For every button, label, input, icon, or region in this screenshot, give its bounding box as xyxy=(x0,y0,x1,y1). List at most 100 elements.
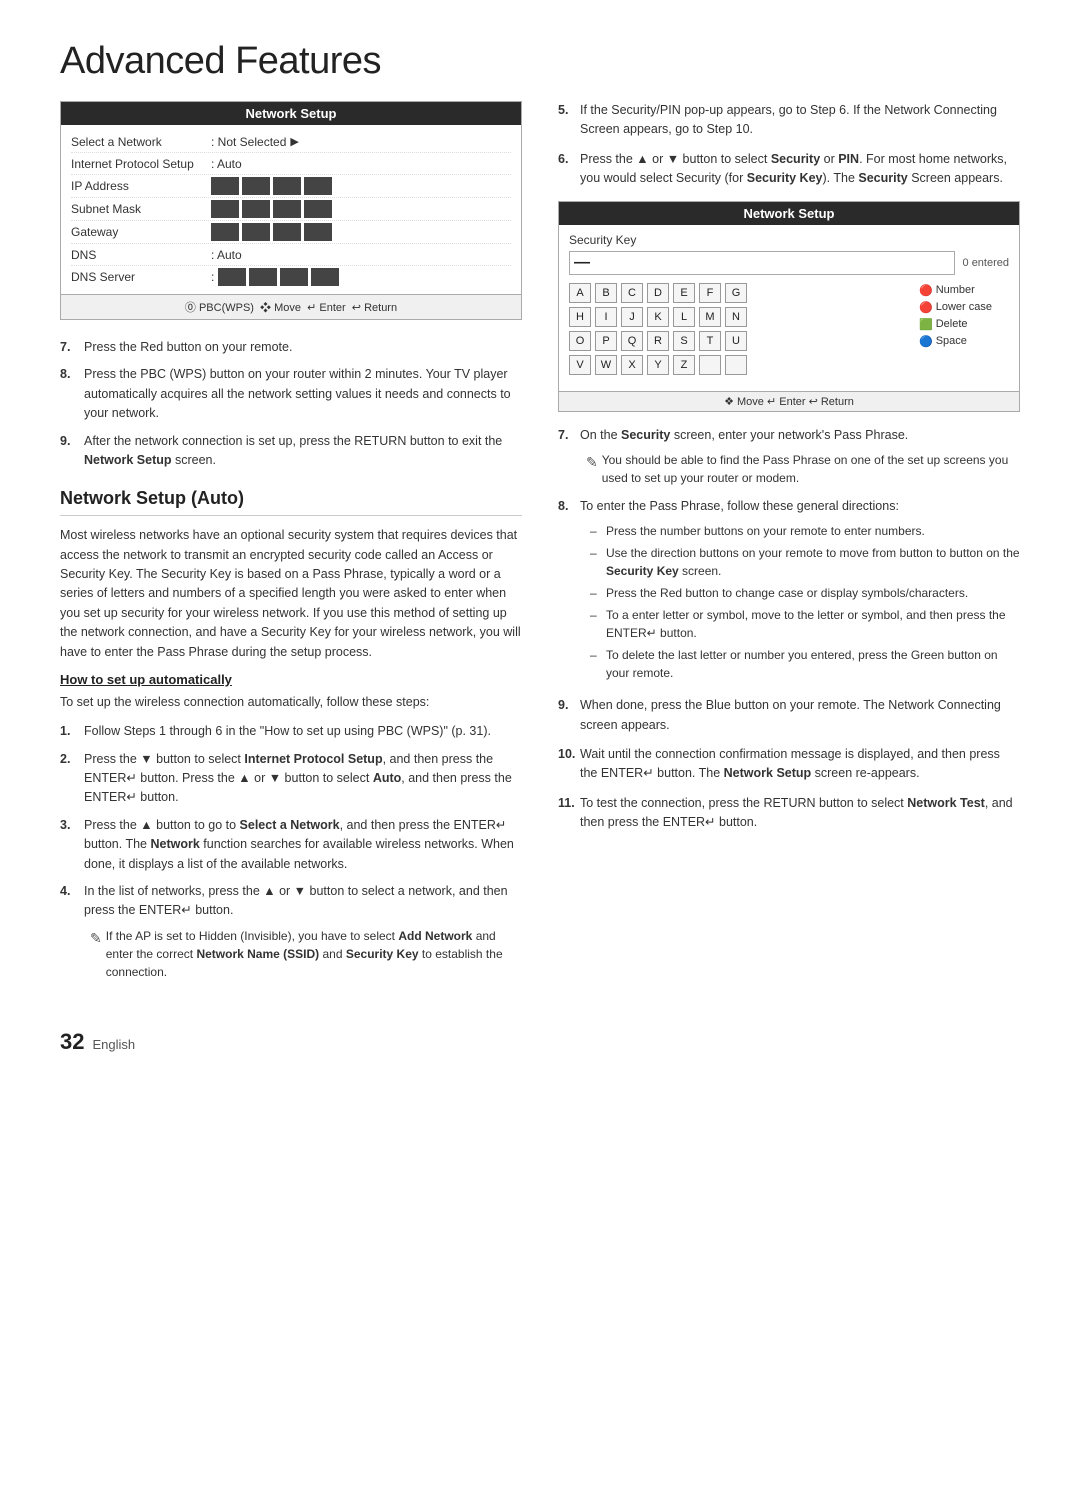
security-key-box: Network Setup Security Key — 0 entered A… xyxy=(558,201,1020,412)
right-steps-7-11: 7. On the Security screen, enter your ne… xyxy=(558,426,1020,833)
page-number: 32 xyxy=(60,1029,84,1055)
right-step-11-text: To test the connection, press the RETURN… xyxy=(580,794,1020,833)
right-steps-list: 5. If the Security/PIN pop-up appears, g… xyxy=(558,101,1020,189)
right-step-num-6: 6. xyxy=(558,150,580,189)
auto-step-num-3: 3. xyxy=(60,816,80,874)
pixel-block xyxy=(304,177,332,195)
right-step-5-text: If the Security/PIN pop-up appears, go t… xyxy=(580,101,1020,140)
security-box-footer: ❖ Move ↵ Enter ↩ Return xyxy=(559,391,1019,411)
page-language: English xyxy=(92,1037,135,1052)
auto-step-4-text: In the list of networks, press the ▲ or … xyxy=(84,882,522,981)
key-C[interactable]: C xyxy=(621,283,643,303)
step-9-text: After the network connection is set up, … xyxy=(84,432,522,471)
step-4-note: ✎ If the AP is set to Hidden (Invisible)… xyxy=(90,927,522,981)
right-step-num-9: 9. xyxy=(558,696,580,735)
key-V[interactable]: V xyxy=(569,355,591,375)
key-blank2 xyxy=(725,355,747,375)
network-value-ip xyxy=(211,177,332,195)
section-body: Most wireless networks have an optional … xyxy=(60,526,522,662)
step-8-sublist: Press the number buttons on your remote … xyxy=(590,522,1020,682)
auto-step-1-text: Follow Steps 1 through 6 in the "How to … xyxy=(84,722,522,741)
key-L[interactable]: L xyxy=(673,307,695,327)
sub-text-3: Press the Red button to change case or d… xyxy=(606,584,968,602)
pixel-blocks-subnet xyxy=(211,200,332,218)
network-label-gateway: Gateway xyxy=(71,225,211,239)
security-box-body: Security Key — 0 entered A B C D xyxy=(559,225,1019,391)
step-8-text: Press the PBC (WPS) button on your route… xyxy=(84,365,522,423)
note-icon-7: ✎ xyxy=(586,452,598,473)
sub-item-4: To a enter letter or symbol, move to the… xyxy=(590,606,1020,642)
right-step-6: 6. Press the ▲ or ▼ button to select Sec… xyxy=(558,150,1020,189)
key-N[interactable]: N xyxy=(725,307,747,327)
network-value-gateway xyxy=(211,223,332,241)
subsection-intro: To set up the wireless connection automa… xyxy=(60,693,522,712)
page-number-row: 32 English xyxy=(60,1029,1020,1055)
key-B[interactable]: B xyxy=(595,283,617,303)
network-row-select: Select a Network : Not Selected ▶ xyxy=(71,131,511,153)
pixel-block xyxy=(242,223,270,241)
key-W[interactable]: W xyxy=(595,355,617,375)
key-X[interactable]: X xyxy=(621,355,643,375)
key-U[interactable]: U xyxy=(725,331,747,351)
key-row-vz: V W X Y Z xyxy=(569,355,913,375)
key-G[interactable]: G xyxy=(725,283,747,303)
left-step-8: 8. Press the PBC (WPS) button on your ro… xyxy=(60,365,522,423)
pixel-block xyxy=(218,268,246,286)
network-box-title: Network Setup xyxy=(61,102,521,125)
key-F[interactable]: F xyxy=(699,283,721,303)
note-icon: ✎ xyxy=(90,928,102,949)
key-S[interactable]: S xyxy=(673,331,695,351)
pixel-block xyxy=(211,223,239,241)
key-K[interactable]: K xyxy=(647,307,669,327)
network-setup-box: Network Setup Select a Network : Not Sel… xyxy=(60,101,522,320)
keyboard-grid: A B C D E F G H I J K xyxy=(569,283,1009,379)
key-M[interactable]: M xyxy=(699,307,721,327)
right-step-7-text: On the Security screen, enter your netwo… xyxy=(580,426,1020,487)
right-step-num-7: 7. xyxy=(558,426,580,487)
auto-step-3: 3. Press the ▲ button to go to Select a … xyxy=(60,816,522,874)
pixel-block xyxy=(249,268,277,286)
key-O[interactable]: O xyxy=(569,331,591,351)
network-value-dns-server: : xyxy=(211,268,339,286)
key-P[interactable]: P xyxy=(595,331,617,351)
key-Q[interactable]: Q xyxy=(621,331,643,351)
key-func-number-label: Number xyxy=(936,284,975,296)
right-step-8: 8. To enter the Pass Phrase, follow thes… xyxy=(558,497,1020,686)
right-step-num-8: 8. xyxy=(558,497,580,686)
key-H[interactable]: H xyxy=(569,307,591,327)
green-button-icon: 🟩 xyxy=(919,318,933,331)
network-row-protocol: Internet Protocol Setup : Auto xyxy=(71,153,511,175)
key-Z[interactable]: Z xyxy=(673,355,695,375)
pixel-block xyxy=(273,223,301,241)
network-row-dns: DNS : Auto xyxy=(71,244,511,266)
key-E[interactable]: E xyxy=(673,283,695,303)
sub-text-2: Use the direction buttons on your remote… xyxy=(606,544,1020,580)
key-T[interactable]: T xyxy=(699,331,721,351)
key-J[interactable]: J xyxy=(621,307,643,327)
network-value-subnet xyxy=(211,200,332,218)
key-I[interactable]: I xyxy=(595,307,617,327)
network-label-dns-server: DNS Server xyxy=(71,270,211,284)
pixel-block xyxy=(311,268,339,286)
key-R[interactable]: R xyxy=(647,331,669,351)
right-step-num-10: 10. xyxy=(558,745,580,784)
red-button2-icon: 🔴 xyxy=(919,301,933,314)
security-input-field[interactable]: — xyxy=(569,251,955,275)
pixel-block xyxy=(211,177,239,195)
arrow-icon: ▶ xyxy=(290,135,298,148)
key-D[interactable]: D xyxy=(647,283,669,303)
note-text: If the AP is set to Hidden (Invisible), … xyxy=(106,927,522,981)
right-step-num-5: 5. xyxy=(558,101,580,140)
left-column: Network Setup Select a Network : Not Sel… xyxy=(60,101,522,989)
right-column: 5. If the Security/PIN pop-up appears, g… xyxy=(558,101,1020,989)
key-Y[interactable]: Y xyxy=(647,355,669,375)
auto-step-3-text: Press the ▲ button to go to Select a Net… xyxy=(84,816,522,874)
security-input-row: — 0 entered xyxy=(569,251,1009,275)
step-num-7: 7. xyxy=(60,338,80,357)
right-step-5: 5. If the Security/PIN pop-up appears, g… xyxy=(558,101,1020,140)
security-entered-text: 0 entered xyxy=(963,257,1009,269)
key-row-ou: O P Q R S T U xyxy=(569,331,913,351)
pixel-block xyxy=(280,268,308,286)
key-func-delete-label: Delete xyxy=(936,318,968,330)
key-A[interactable]: A xyxy=(569,283,591,303)
